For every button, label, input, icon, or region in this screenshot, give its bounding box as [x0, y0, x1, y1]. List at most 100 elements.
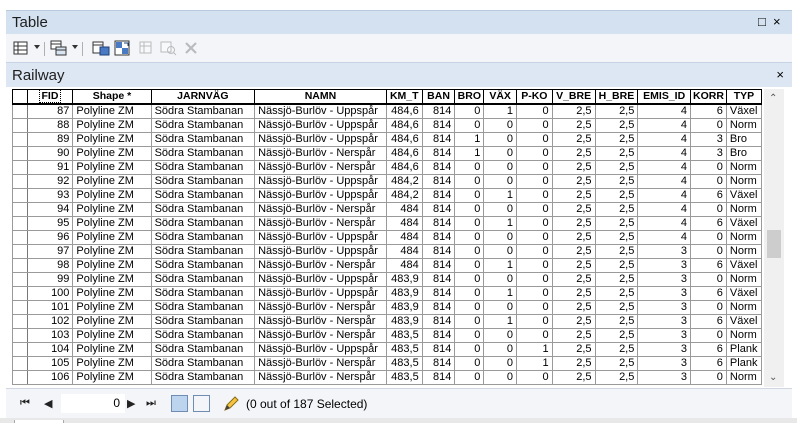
table-row[interactable]: 94 Polyline ZM Södra Stambanan Nässjö-Burlö… — [12, 201, 762, 217]
table-cell[interactable]: Södra Stambanan — [150, 145, 256, 161]
table-cell[interactable]: 484 — [385, 229, 423, 245]
table-cell[interactable]: 0 — [690, 369, 727, 385]
table-cell[interactable]: 814 — [421, 229, 456, 245]
table-cell[interactable]: 90 — [26, 145, 74, 161]
table-cell[interactable]: Polyline ZM — [72, 313, 152, 329]
table-row[interactable]: 99 Polyline ZM Södra Stambanan Nässjö-Burlö… — [12, 271, 762, 287]
table-cell[interactable]: 4 — [637, 229, 691, 245]
table-cell[interactable]: 0 — [483, 243, 517, 259]
table-cell[interactable]: 0 — [690, 117, 727, 133]
column-header-v-x[interactable]: VÄX — [483, 89, 517, 105]
table-cell[interactable]: Nässjö-Burlöv - Uppspår — [254, 187, 387, 203]
table-cell[interactable]: 2,5 — [594, 341, 639, 357]
table-options-dropdown-icon[interactable] — [34, 45, 40, 49]
table-cell[interactable]: 2,5 — [594, 145, 639, 161]
table-cell[interactable]: 1 — [454, 131, 485, 147]
table-cell[interactable]: 3 — [637, 327, 691, 343]
table-cell[interactable]: 6 — [690, 341, 727, 357]
table-cell[interactable]: 0 — [690, 229, 727, 245]
table-cell[interactable]: 483,5 — [385, 327, 423, 343]
table-cell[interactable]: 0 — [454, 285, 485, 301]
table-cell[interactable]: 6 — [690, 257, 727, 273]
table-cell[interactable]: 0 — [483, 159, 517, 175]
row-selector[interactable] — [12, 257, 28, 273]
table-cell[interactable]: Nässjö-Burlöv - Uppspår — [254, 131, 387, 147]
table-cell[interactable]: 2,5 — [594, 313, 639, 329]
table-cell[interactable]: 1 — [483, 313, 517, 329]
column-header-bro[interactable]: BRO — [454, 89, 485, 105]
table-row[interactable]: 98 Polyline ZM Södra Stambanan Nässjö-Burlö… — [12, 257, 762, 273]
table-cell[interactable]: 0 — [515, 271, 553, 287]
row-selector[interactable] — [12, 173, 28, 189]
first-record-button[interactable]: ⏮ — [20, 397, 30, 410]
table-cell[interactable]: 0 — [454, 257, 485, 273]
table-cell[interactable]: Polyline ZM — [72, 131, 152, 147]
table-row[interactable]: 96 Polyline ZM Södra Stambanan Nässjö-Burlö… — [12, 229, 762, 245]
table-cell[interactable]: 1 — [483, 285, 517, 301]
table-cell[interactable]: 6 — [690, 313, 727, 329]
table-cell[interactable]: 0 — [690, 201, 727, 217]
table-cell[interactable]: 2,5 — [594, 327, 639, 343]
table-cell[interactable]: 0 — [454, 117, 485, 133]
table-cell[interactable]: Södra Stambanan — [150, 201, 256, 217]
table-cell[interactable]: Polyline ZM — [72, 117, 152, 133]
table-cell[interactable]: 483,9 — [385, 313, 423, 329]
table-cell[interactable]: 3 — [690, 131, 727, 147]
table-cell[interactable]: 3 — [637, 369, 691, 385]
table-cell[interactable]: 0 — [690, 299, 727, 315]
table-cell[interactable]: Nässjö-Burlöv - Uppspår — [254, 117, 387, 133]
row-selector[interactable] — [12, 159, 28, 175]
table-cell[interactable]: 484,6 — [385, 103, 423, 119]
table-cell[interactable]: 0 — [483, 201, 517, 217]
table-row[interactable]: 90 Polyline ZM Södra Stambanan Nässjö-Burlö… — [12, 145, 762, 161]
table-cell[interactable]: 0 — [515, 201, 553, 217]
table-cell[interactable]: 4 — [637, 173, 691, 189]
table-cell[interactable]: Norm — [725, 229, 762, 245]
table-cell[interactable]: 0 — [515, 103, 553, 119]
table-cell[interactable]: Nässjö-Burlöv - Nerspår — [254, 327, 387, 343]
table-cell[interactable]: Södra Stambanan — [150, 369, 256, 385]
table-cell[interactable]: 6 — [690, 187, 727, 203]
table-cell[interactable]: 2,5 — [551, 257, 596, 273]
table-cell[interactable]: 0 — [454, 341, 485, 357]
table-cell[interactable]: Växel — [725, 257, 762, 273]
table-cell[interactable]: 104 — [26, 341, 74, 357]
table-cell[interactable]: 484,2 — [385, 187, 423, 203]
table-cell[interactable]: 3 — [637, 313, 691, 329]
table-cell[interactable]: 1 — [483, 187, 517, 203]
table-cell[interactable]: 2,5 — [594, 299, 639, 315]
table-cell[interactable]: 6 — [690, 103, 727, 119]
table-cell[interactable]: Norm — [725, 159, 762, 175]
column-header-ban[interactable]: BAN — [421, 89, 456, 105]
table-cell[interactable]: 0 — [515, 243, 553, 259]
table-cell[interactable]: 6 — [690, 215, 727, 231]
table-row[interactable]: 105 Polyline ZM Södra Stambanan Nässjö-Burl… — [12, 355, 762, 371]
table-cell[interactable]: 2,5 — [551, 369, 596, 385]
table-cell[interactable]: 2,5 — [594, 159, 639, 175]
switch-selection-icon[interactable] — [113, 39, 131, 57]
table-cell[interactable]: Södra Stambanan — [150, 341, 256, 357]
last-record-button[interactable]: ⏭ — [146, 397, 156, 410]
table-cell[interactable]: 484 — [385, 201, 423, 217]
table-cell[interactable]: 0 — [690, 327, 727, 343]
row-selector[interactable] — [12, 201, 28, 217]
table-cell[interactable]: Plank — [725, 341, 762, 357]
table-cell[interactable]: 4 — [637, 103, 691, 119]
table-cell[interactable]: Nässjö-Burlöv - Uppspår — [254, 271, 387, 287]
table-cell[interactable]: 0 — [454, 103, 485, 119]
table-cell[interactable]: 0 — [690, 173, 727, 189]
table-cell[interactable]: Södra Stambanan — [150, 159, 256, 175]
show-all-records-button[interactable] — [171, 395, 188, 412]
table-cell[interactable]: 814 — [421, 299, 456, 315]
table-cell[interactable]: 814 — [421, 131, 456, 147]
table-cell[interactable]: 99 — [26, 271, 74, 287]
row-selector[interactable] — [12, 145, 28, 161]
table-cell[interactable]: 0 — [454, 369, 485, 385]
table-cell[interactable]: 0 — [454, 355, 485, 371]
table-cell[interactable]: 0 — [454, 327, 485, 343]
table-cell[interactable]: 105 — [26, 355, 74, 371]
table-cell[interactable]: 484,6 — [385, 145, 423, 161]
table-cell[interactable]: 483,9 — [385, 299, 423, 315]
table-cell[interactable]: Växel — [725, 103, 762, 119]
column-header-km-t[interactable]: KM_T — [385, 89, 423, 105]
